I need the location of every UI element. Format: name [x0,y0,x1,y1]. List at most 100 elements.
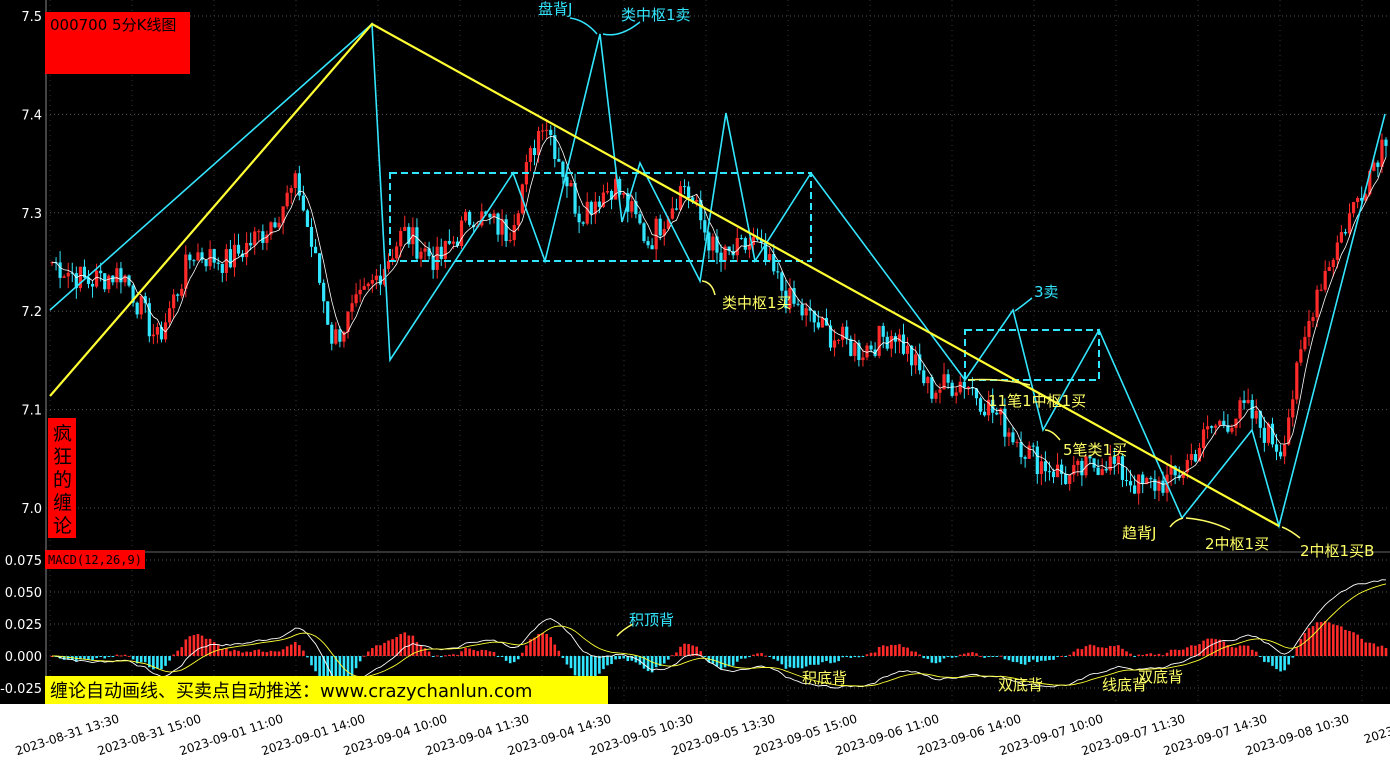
macd-bar [930,656,934,663]
annotation-qubei: 趋背J [1122,524,1156,542]
macd-bar [800,656,804,669]
candle-body [301,195,305,211]
macd-bar [200,635,204,656]
macd-bar [687,644,690,656]
annotation-shuangdibei-2: 双底背 [1138,668,1183,686]
candle-body [366,283,370,287]
macd-bar [1072,651,1076,656]
candle-body [1270,423,1275,445]
candle-body [837,339,841,341]
candle-body [115,268,119,283]
candle-body [865,345,869,358]
candle-body [1189,454,1193,461]
macd-bar [184,639,188,656]
macd-bar [508,656,512,664]
macd-bar [160,656,163,670]
macd-label-box: MACD(12,26,9) [45,550,145,569]
macd-bar [131,656,135,660]
annotation-panbei: 盘背J [538,0,572,18]
macd-bar [1348,631,1351,656]
candle-body [439,246,443,259]
macd-bar [318,656,321,680]
macd-bar [196,634,200,656]
candle-body [167,308,172,323]
candle-body [914,354,918,366]
candle-body [549,129,553,136]
candle-body [1278,451,1283,457]
macd-bar [958,654,962,656]
candle-body [658,218,662,236]
candle-body [1351,202,1356,214]
macd-bar [837,656,840,662]
annotation-3-sell: 3卖 [1034,283,1059,301]
macd-bar [991,656,994,657]
candle-body [670,208,674,219]
candle-body [180,288,184,296]
candle-body [111,275,115,283]
macd-bar [516,656,520,660]
candle-body [451,241,456,244]
candle-body [768,254,772,261]
macd-bar [1133,656,1136,657]
candle-body [1031,445,1035,447]
candle-body [938,389,942,393]
candle-body [845,326,849,339]
macd-bar [1279,656,1282,672]
candle-body [1076,460,1080,465]
candle-body [995,412,999,415]
annotation-11bi-buy: 11笔1中枢1买 [988,392,1086,410]
macd-bar [646,656,650,672]
macd-bar [107,656,111,658]
candle-body [532,148,537,156]
macd-bar [1052,656,1055,660]
candle-body [1307,320,1311,337]
candle-body [597,201,601,207]
macd-bar [306,656,309,658]
macd-bar [796,656,800,668]
macd-bar [472,649,475,656]
candle-body [277,222,281,228]
candle-body [982,411,987,416]
candle-body [853,342,857,356]
macd-bar [910,651,913,656]
macd-bar [521,652,524,656]
macd-bar [139,656,143,663]
candle-body [1331,259,1335,268]
macd-bar [1084,646,1088,656]
macd-bar [1336,625,1339,656]
candle-body [463,211,468,221]
macd-bar [1356,634,1359,656]
candle-body [374,275,378,281]
macd-bar [861,656,865,657]
candle-body [139,296,143,315]
candle-body [62,276,66,278]
candle-body [1323,270,1327,290]
candle-body [468,211,472,225]
macd-bar [395,637,398,656]
candle-body [228,249,233,268]
macd-bar [1181,649,1185,656]
macd-bar [849,656,853,658]
chan-theory-chart: 7.5 7.4 7.3 7.2 7.1 7.0 0.075 0.050 0.025 0.000 -… [0,0,1390,775]
candle-body [318,253,322,283]
candle-body [1128,481,1133,486]
candle-body [934,392,938,399]
macd-bar [314,656,317,672]
macd-bar [391,639,394,656]
macd-tick-label: -0.025 [0,682,42,697]
macd-bar [1157,653,1161,656]
macd-bar [444,655,447,657]
macd-bar [1137,654,1140,656]
candle-body [1019,441,1023,458]
macd-bar [1291,656,1295,658]
candle-body [1193,454,1198,462]
macd-bar [111,656,115,658]
macd-bar [1299,639,1303,656]
candle-body [232,244,237,268]
candle-body [1039,461,1043,475]
candle-body [638,214,642,224]
macd-bar [1230,647,1234,656]
macd-bar [902,647,905,656]
macd-bar [1064,656,1067,657]
macd-bar [817,656,820,665]
